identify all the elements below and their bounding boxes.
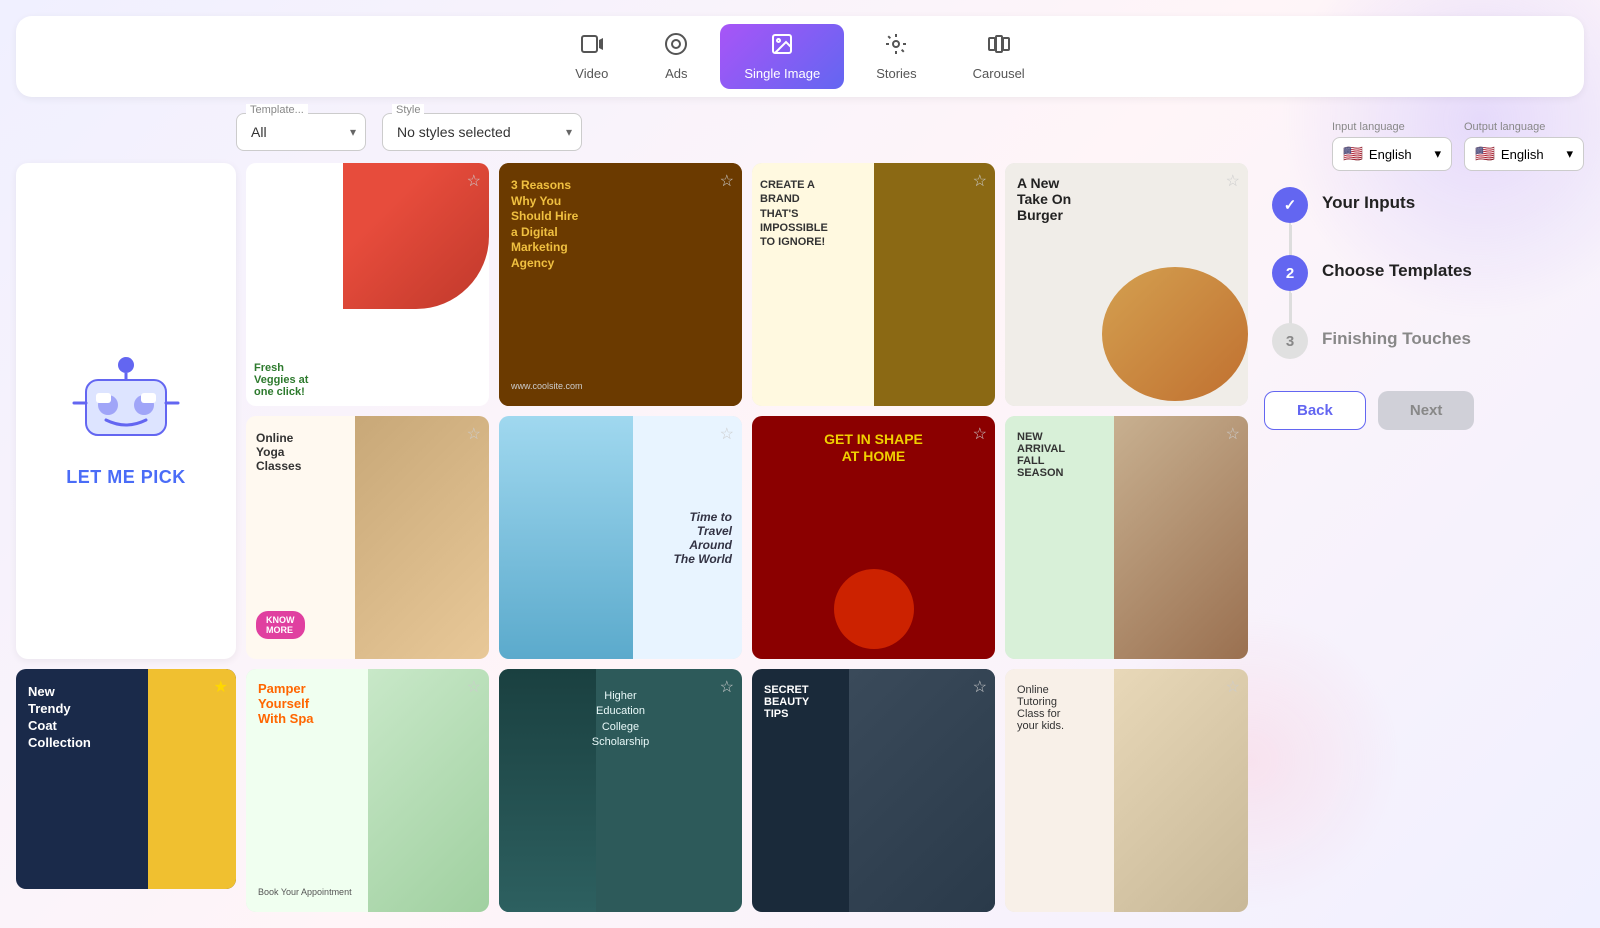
template-card-beauty[interactable]: ☆ SECRETBEAUTYTIPS (752, 669, 995, 912)
template-filter[interactable]: Template... All ▾ (236, 113, 366, 151)
input-language-value: English (1369, 147, 1412, 162)
card-text: SECRETBEAUTYTIPS (764, 684, 809, 720)
template-card-travel[interactable]: ☆ Time toTravelAroundThe World (499, 416, 742, 659)
let-me-pick-label: LET ME PICK (66, 467, 186, 488)
nav-carousel[interactable]: Carousel (949, 24, 1049, 89)
nav-stories-label: Stories (876, 66, 916, 81)
card-text: FreshVeggies atone click! (254, 362, 308, 398)
filter-bar: Template... All ▾ Style No styles select… (16, 113, 1248, 151)
template-card-tutoring[interactable]: ☆ OnlineTutoringClass foryour kids. (1005, 669, 1248, 912)
output-flag-icon: 🇺🇸 (1475, 144, 1495, 164)
nav-stories[interactable]: Stories (852, 24, 940, 89)
card-text: GET IN SHAPEAT HOME (764, 431, 983, 465)
card-text: Time toTravelAroundThe World (674, 510, 732, 566)
step-1-circle: ✓ (1272, 187, 1308, 223)
nav-ads-label: Ads (665, 66, 687, 81)
star-icon[interactable]: ☆ (1226, 424, 1240, 444)
star-icon[interactable]: ☆ (720, 424, 734, 444)
output-language-label: Output language (1464, 121, 1584, 133)
step-2-label: Choose Templates (1322, 255, 1472, 281)
ads-icon (664, 32, 688, 62)
input-flag-icon: 🇺🇸 (1343, 144, 1363, 164)
output-language-wrap: Output language 🇺🇸 English ▾ (1464, 121, 1584, 171)
template-card-yoga[interactable]: ☆ OnlineYogaClasses KNOWMORE (246, 416, 489, 659)
style-select[interactable]: No styles selected (382, 113, 582, 151)
card-text: CREATE ABRANDTHAT'SIMPOSSIBLETO IGNORE! (760, 178, 828, 249)
star-icon[interactable]: ☆ (720, 171, 734, 191)
star-icon[interactable]: ☆ (467, 677, 481, 697)
top-navigation: Video Ads Single Image Stories Carousel (16, 16, 1584, 97)
video-icon (580, 32, 604, 62)
card-subtext: Book Your Appointment (258, 887, 352, 897)
input-language-select[interactable]: 🇺🇸 English ▾ (1332, 137, 1452, 171)
star-icon[interactable]: ☆ (1226, 171, 1240, 191)
star-icon[interactable]: ☆ (467, 171, 481, 191)
step-2-circle: 2 (1272, 255, 1308, 291)
style-filter-label: Style (392, 104, 424, 116)
sidebar: Input language 🇺🇸 English ▾ Output langu… (1264, 113, 1584, 912)
template-select[interactable]: All (236, 113, 366, 151)
single-image-icon (770, 32, 794, 62)
card-text: NEWARRIVALFALLSEASON (1017, 431, 1065, 479)
input-language-wrap: Input language 🇺🇸 English ▾ (1332, 121, 1452, 171)
template-section: Template... All ▾ Style No styles select… (16, 113, 1248, 912)
template-card-scholarship[interactable]: ☆ HigherEducationCollegeScholarship (499, 669, 742, 912)
template-card-burger[interactable]: ☆ A NewTake OnBurger (1005, 163, 1248, 406)
carousel-icon (987, 32, 1011, 62)
output-language-value: English (1501, 147, 1544, 162)
nav-single-image-label: Single Image (744, 66, 820, 81)
step-1-label: Your Inputs (1322, 187, 1415, 213)
star-icon[interactable]: ☆ (973, 677, 987, 697)
star-icon[interactable]: ★ (214, 677, 228, 697)
language-row: Input language 🇺🇸 English ▾ Output langu… (1264, 121, 1584, 171)
style-filter[interactable]: Style No styles selected ▾ (382, 113, 582, 151)
card-text: A NewTake OnBurger (1017, 175, 1071, 223)
template-card-spa[interactable]: ☆ PamperYourselfWith Spa Book Your Appoi… (246, 669, 489, 912)
steps-list: ✓ Your Inputs 2 Choose Templates 3 Finis… (1264, 187, 1584, 359)
template-card-fall[interactable]: ☆ NEWARRIVALFALLSEASON (1005, 416, 1248, 659)
nav-carousel-label: Carousel (973, 66, 1025, 81)
template-filter-label: Template... (246, 104, 308, 116)
step-finishing-touches: 3 Finishing Touches (1272, 323, 1584, 359)
star-icon[interactable]: ☆ (467, 424, 481, 444)
back-button[interactable]: Back (1264, 391, 1366, 430)
output-language-select[interactable]: 🇺🇸 English ▾ (1464, 137, 1584, 171)
card-text: 3 ReasonsWhy YouShould Hirea DigitalMark… (511, 178, 578, 272)
card-text: PamperYourselfWith Spa (258, 681, 314, 726)
star-icon[interactable]: ☆ (973, 424, 987, 444)
nav-ads[interactable]: Ads (640, 24, 712, 89)
card-subtext: www.coolsite.com (511, 381, 583, 391)
card-text: NewTrendyCoatCollection (28, 684, 91, 752)
card-button: KNOWMORE (256, 611, 305, 639)
action-buttons: Back Next (1264, 391, 1584, 430)
let-me-pick-card[interactable]: LET ME PICK (16, 163, 236, 659)
card-text: HigherEducationCollegeScholarship (523, 689, 717, 751)
template-grid: LET ME PICK ☆ FreshVeggies atone click! … (16, 163, 1248, 912)
output-language-chevron: ▾ (1566, 146, 1573, 162)
template-card-brand[interactable]: ☆ CREATE ABRANDTHAT'SIMPOSSIBLETO IGNORE… (752, 163, 995, 406)
nav-video-label: Video (575, 66, 608, 81)
next-button[interactable]: Next (1378, 391, 1475, 430)
step-your-inputs: ✓ Your Inputs (1272, 187, 1584, 223)
step-choose-templates: 2 Choose Templates (1272, 255, 1584, 291)
stories-icon (884, 32, 908, 62)
step-3-label: Finishing Touches (1322, 323, 1471, 349)
template-card-fitness[interactable]: ☆ GET IN SHAPEAT HOME (752, 416, 995, 659)
input-language-chevron: ▾ (1434, 146, 1441, 162)
input-language-label: Input language (1332, 121, 1452, 133)
template-card-tomatoes[interactable]: ☆ FreshVeggies atone click! (246, 163, 489, 406)
card-text: OnlineTutoringClass foryour kids. (1017, 684, 1064, 732)
star-icon[interactable]: ☆ (720, 677, 734, 697)
nav-single-image[interactable]: Single Image (720, 24, 844, 89)
step-3-circle: 3 (1272, 323, 1308, 359)
template-card-coat[interactable]: ★ NewTrendyCoatCollection (16, 669, 236, 889)
star-icon[interactable]: ☆ (973, 171, 987, 191)
nav-video[interactable]: Video (551, 24, 632, 89)
star-icon[interactable]: ☆ (1226, 677, 1240, 697)
card-text: OnlineYogaClasses (256, 431, 301, 473)
template-card-marketing[interactable]: ☆ 3 ReasonsWhy YouShould Hirea DigitalMa… (499, 163, 742, 406)
